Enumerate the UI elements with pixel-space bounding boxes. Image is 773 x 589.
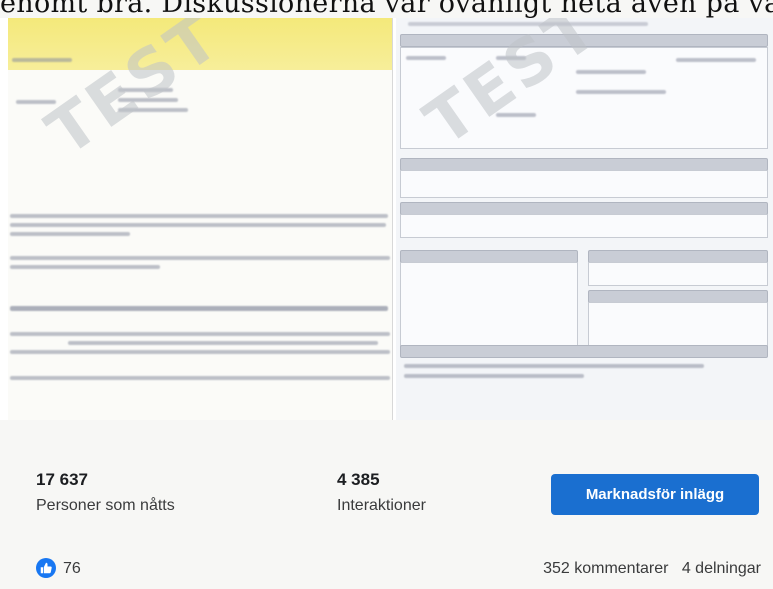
- like-count[interactable]: 76: [63, 560, 81, 578]
- like-reaction-icon[interactable]: [36, 558, 56, 578]
- reach-value: 17 637: [36, 470, 88, 489]
- blurred-heading: [10, 306, 388, 311]
- interactions-label: Interaktioner: [337, 497, 426, 514]
- shares-count-link[interactable]: 4 delningar: [682, 560, 761, 577]
- document-page-right: TEST: [396, 18, 773, 420]
- reach-label: Personer som nåtts: [36, 497, 175, 514]
- blurred-text: [676, 58, 756, 62]
- form-box: [400, 262, 578, 352]
- blurred-text: [10, 232, 130, 236]
- blurred-text: [10, 332, 390, 336]
- blurred-text: [406, 56, 446, 60]
- blurred-text: [10, 265, 160, 269]
- post-image[interactable]: TEST TEST: [0, 18, 773, 420]
- blurred-text: [404, 364, 704, 368]
- form-box: [588, 262, 768, 286]
- thumbs-up-icon: [40, 562, 52, 574]
- form-box: [400, 214, 768, 238]
- promote-post-button[interactable]: Marknadsför inlägg: [551, 474, 759, 515]
- form-section-header: [400, 345, 768, 358]
- blurred-text: [68, 341, 378, 345]
- blurred-text: [12, 58, 72, 62]
- form-box: [400, 170, 768, 198]
- comments-count-link[interactable]: 352 kommentarer: [543, 560, 668, 577]
- blurred-text: [576, 70, 646, 74]
- interactions-value: 4 385: [337, 470, 380, 489]
- engagement-summary: 352 kommentarer 4 delningar: [543, 560, 761, 578]
- blurred-text: [10, 214, 388, 218]
- blurred-text: [10, 350, 390, 354]
- blurred-text: [10, 376, 390, 380]
- blurred-text: [10, 256, 390, 260]
- document-page-left: TEST: [8, 18, 393, 420]
- blurred-text: [10, 223, 386, 227]
- post-insights: 17 637 Personer som nåtts 4 385 Interakt…: [0, 420, 773, 589]
- blurred-text: [404, 374, 584, 378]
- blurred-text: [576, 90, 666, 94]
